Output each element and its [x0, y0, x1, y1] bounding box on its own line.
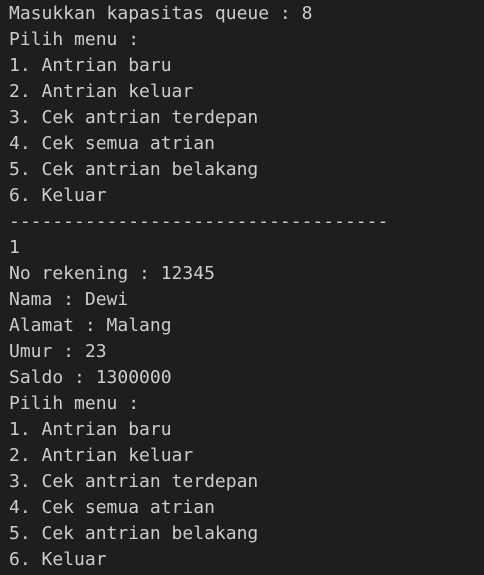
menu-option-dequeue: 2. Antrian keluar: [9, 445, 194, 466]
menu-title: Pilih menu :: [9, 29, 140, 50]
menu-option-check-all: 4. Cek semua atrian: [9, 497, 215, 518]
menu-option-check-front: 3. Cek antrian terdepan: [9, 107, 259, 128]
separator-line: -----------------------------------: [9, 211, 389, 232]
account-number-line: No rekening : 12345: [9, 263, 215, 284]
menu-title: Pilih menu :: [9, 393, 140, 414]
menu-option-check-front: 3. Cek antrian terdepan: [9, 471, 259, 492]
address-line: Alamat : Malang: [9, 315, 172, 336]
menu-option-new-queue: 1. Antrian baru: [9, 419, 172, 440]
prompt-queue-capacity: Masukkan kapasitas queue : 8: [9, 3, 313, 24]
user-input-choice: 1: [9, 237, 20, 258]
menu-option-dequeue: 2. Antrian keluar: [9, 81, 194, 102]
menu-option-exit: 6. Keluar: [9, 549, 107, 570]
terminal-output[interactable]: Masukkan kapasitas queue : 8 Pilih menu …: [0, 0, 484, 575]
menu-option-check-rear: 5. Cek antrian belakang: [9, 159, 259, 180]
menu-option-check-all: 4. Cek semua atrian: [9, 133, 215, 154]
menu-option-check-rear: 5. Cek antrian belakang: [9, 523, 259, 544]
balance-line: Saldo : 1300000: [9, 367, 172, 388]
menu-option-exit: 6. Keluar: [9, 185, 107, 206]
name-line: Nama : Dewi: [9, 289, 129, 310]
menu-option-new-queue: 1. Antrian baru: [9, 55, 172, 76]
age-line: Umur : 23: [9, 341, 107, 362]
